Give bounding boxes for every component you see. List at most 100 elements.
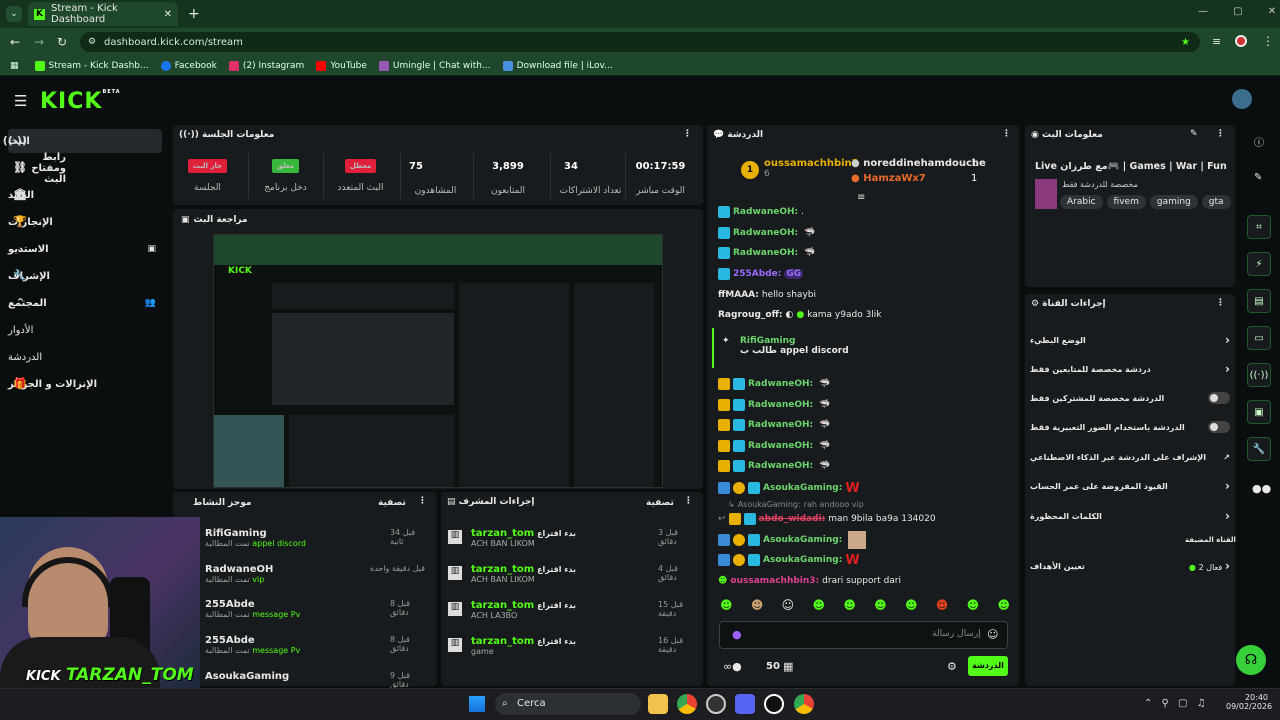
discord-icon[interactable] <box>735 694 755 714</box>
edit-icon[interactable]: ✎ <box>1254 172 1262 183</box>
url-field[interactable]: ⚙ dashboard.kick.com/stream ★ <box>80 32 1200 52</box>
system-tray-icons[interactable]: ⌃ ⚲ ▢ ♫ <box>1144 698 1206 709</box>
app-icon[interactable] <box>764 694 784 714</box>
chat-send-button[interactable]: الدردشة <box>968 656 1008 676</box>
sidebar-item-achievements[interactable]: 🏆 الإنجازات <box>8 210 162 234</box>
taskbar-clock[interactable]: 20:40 09/02/2026 <box>1226 693 1272 711</box>
sidebar-item-roles[interactable]: الأدوار <box>8 318 162 342</box>
emote-icon[interactable]: ☻ <box>874 598 887 618</box>
emote-icon[interactable]: ☻ <box>997 598 1010 618</box>
bookmark-4[interactable]: Umingle | Chat with... <box>378 60 491 71</box>
setting-emotes-only[interactable]: الدردشة باستخدام الصور التعبيرية فقط <box>1030 417 1230 437</box>
forward-icon[interactable]: → <box>34 35 44 49</box>
site-info-icon[interactable]: ⚙ <box>88 37 96 47</box>
tab-list-button[interactable]: ⌄ <box>6 6 22 22</box>
close-icon[interactable]: ✕ <box>164 9 172 20</box>
store-icon[interactable]: ▦ <box>783 660 793 673</box>
more-icon[interactable]: ⋮ <box>418 496 427 506</box>
crown-icon <box>728 513 741 525</box>
bookmark-3[interactable]: YouTube <box>316 60 367 71</box>
sidebar-item-community[interactable]: ⌃ المجتمع 👥 <box>8 291 162 315</box>
tag-chip[interactable]: gta <box>1201 195 1231 209</box>
obs-icon[interactable] <box>706 694 726 714</box>
new-tab-button[interactable]: + <box>188 6 200 22</box>
rail-button-tools[interactable]: 🔧 <box>1247 437 1271 461</box>
setting-followers-only[interactable]: دردشة مخصصة للمتابعين فقط › <box>1030 359 1230 379</box>
bookmark-2[interactable]: (2) Instagram <box>228 60 304 71</box>
hamburger-menu-icon[interactable]: ☰ <box>14 92 27 110</box>
more-icon[interactable]: ⋮ <box>683 129 692 139</box>
emote-icon[interactable]: ☻ <box>751 598 764 618</box>
taskbar-search[interactable]: ⌕ Cerca <box>495 693 641 715</box>
back-icon[interactable]: ← <box>10 35 20 49</box>
window-controls[interactable]: — ▢ ✕ <box>1198 6 1276 17</box>
chrome-icon[interactable] <box>677 694 697 714</box>
rail-button-notes[interactable]: ▤ <box>1247 289 1271 313</box>
setting-slow-mode[interactable]: الوضع البطيء › <box>1030 330 1230 350</box>
sidebar-item-stream[interactable]: ((·)) البث <box>3 129 162 153</box>
sidebar-item-stream-key[interactable]: ⛓ رابط ومفتاح البث <box>8 152 162 185</box>
support-headset-icon[interactable]: ☊ <box>1236 645 1266 675</box>
edit-icon[interactable]: ✎ <box>1190 129 1198 139</box>
chevron-down-icon[interactable]: ≡ <box>857 192 865 203</box>
apps-icon[interactable]: ▦ <box>10 61 19 71</box>
emote-icon[interactable]: ☻ <box>720 598 733 618</box>
setting-banned-words[interactable]: الكلمات المحظورة › <box>1030 506 1230 526</box>
sidebar-item-chat[interactable]: الدردشة <box>8 345 162 369</box>
browser-tab[interactable]: K Stream - Kick Dashboard ✕ <box>28 2 178 26</box>
microphone-icon[interactable]: ● <box>732 628 742 641</box>
toggle-switch[interactable] <box>1208 392 1230 404</box>
tag-chip[interactable]: Arabic <box>1060 195 1103 209</box>
stream-preview-video[interactable]: KICK <box>213 234 663 488</box>
emote-icon[interactable]: ☻ <box>936 598 949 618</box>
tag-chip[interactable]: fivem <box>1106 195 1146 209</box>
more-icon[interactable]: ⋮ <box>684 496 693 506</box>
reload-icon[interactable]: ↻ <box>57 35 67 49</box>
emote-bar[interactable]: ☻ ☻ ☺ ☻ ☻ ☻ ☻ ☻ ☻ ☻ <box>720 598 1010 618</box>
setting-subscribers-only[interactable]: الدردشة مخصصة للمشتركين فقط <box>1030 388 1230 408</box>
setting-account-age[interactable]: القيود المفروضة على عمر الحساب › <box>1030 476 1230 496</box>
tag-chip[interactable]: gaming <box>1149 195 1198 209</box>
start-icon[interactable] <box>469 696 485 712</box>
emote-icon[interactable]: ☺ <box>782 598 795 618</box>
more-icon[interactable]: ⋮ <box>1216 129 1225 139</box>
points-icon[interactable]: ∞● <box>723 660 742 673</box>
setting-ai-moderation[interactable]: الإشراف على الدردشة عبر الذكاء الاصطناعي… <box>1030 447 1230 467</box>
rail-button-live[interactable]: ((·)) <box>1247 363 1271 387</box>
chat-settings-icon[interactable]: ⚙ <box>947 660 957 673</box>
sidebar-item-drops[interactable]: 🎁 الإنزالات و الجوائز <box>8 372 162 396</box>
rail-button-flash[interactable]: ⚡ <box>1247 252 1271 276</box>
toggle-switch[interactable] <box>1208 421 1230 433</box>
emote-icon[interactable]: ☻ <box>812 598 825 618</box>
bookmark-0[interactable]: Stream - Kick Dashb... <box>34 60 149 71</box>
emote-icon[interactable]: ☻ <box>967 598 980 618</box>
sidebar-item-revenue[interactable]: 🏛 العائد <box>8 183 162 207</box>
points-icon[interactable]: ●● <box>1252 482 1271 495</box>
emote-icon: 🦈 <box>804 248 816 258</box>
sidebar-item-moderation[interactable]: 🔧 الإشراف <box>8 264 162 288</box>
kick-logo[interactable]: KICKBETA <box>40 89 121 114</box>
emoji-picker-icon[interactable]: ☺ <box>987 628 998 641</box>
mod-filter-button[interactable]: تصفية <box>646 498 674 508</box>
bookmark-1[interactable]: Facebook <box>160 60 217 71</box>
sidebar-item-studio[interactable]: ⌄ الاستديو ▣ <box>8 237 162 261</box>
more-icon[interactable]: ⋮ <box>1002 129 1011 139</box>
rail-button-chat[interactable]: ▭ <box>1247 326 1271 350</box>
bookmark-star-icon[interactable]: ★ <box>1181 37 1190 48</box>
extensions-icon[interactable]: ≡ <box>1212 35 1221 48</box>
emote-icon[interactable]: ☻ <box>843 598 856 618</box>
activity-filter-button[interactable]: تصفية <box>378 498 406 508</box>
rail-button-clip[interactable]: ⌗ <box>1247 215 1271 239</box>
emote-icon[interactable]: ☻ <box>905 598 918 618</box>
rail-button-mod[interactable]: ▣ <box>1247 400 1271 424</box>
chat-input[interactable]: ● إرسال رسالة ☺ <box>719 621 1008 649</box>
bookmark-5[interactable]: Download file | iLov... <box>502 60 613 71</box>
chrome-profile-icon[interactable] <box>794 694 814 714</box>
info-icon[interactable]: ⓘ <box>1254 134 1264 149</box>
more-icon[interactable]: ⋮ <box>1216 298 1225 308</box>
profile-icon[interactable] <box>1235 35 1247 47</box>
menu-icon[interactable]: ⋮ <box>1262 34 1274 48</box>
file-explorer-icon[interactable] <box>648 694 668 714</box>
user-avatar[interactable] <box>1232 89 1252 109</box>
setting-goals[interactable]: تعيين الأهداف ● فعال 2 › <box>1030 556 1230 576</box>
